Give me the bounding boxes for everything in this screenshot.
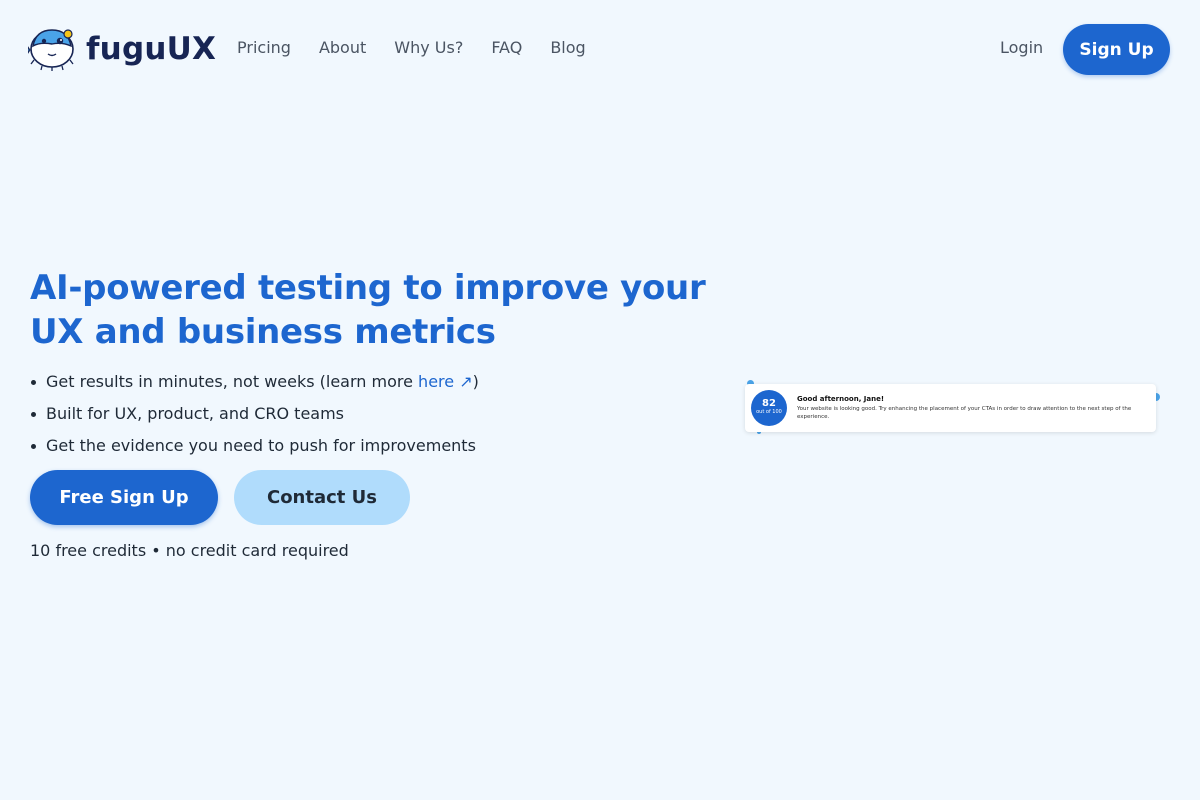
contact-us-button[interactable]: Contact Us [234, 470, 410, 525]
feature-item: Get the evidence you need to push for im… [31, 430, 479, 462]
feature-item: Built for UX, product, and CRO teams [31, 398, 479, 430]
score-subtitle: out of 100 [756, 409, 782, 415]
brand-logo-link[interactable]: fuguUX [27, 22, 217, 76]
feature-text: Get results in minutes, not weeks (learn… [46, 372, 419, 391]
card-greeting: Good afternoon, Jane! [797, 395, 885, 403]
login-link[interactable]: Login [1000, 36, 1043, 60]
feature-item: Get results in minutes, not weeks (learn… [31, 366, 479, 398]
score-value: 82 [762, 398, 776, 409]
learn-more-link[interactable]: here ↗ [418, 372, 473, 391]
score-badge: 82 out of 100 [751, 390, 787, 426]
nav-link-faq[interactable]: FAQ [491, 36, 522, 60]
nav-link-blog[interactable]: Blog [550, 36, 585, 60]
card-message: Your website is looking good. Try enhanc… [797, 406, 1132, 420]
pufferfish-icon [27, 22, 78, 76]
feature-list: Get results in minutes, not weeks (learn… [31, 366, 479, 462]
nav-link-why-us[interactable]: Why Us? [394, 36, 463, 60]
score-preview-card: 82 out of 100 Good afternoon, Jane! Your… [745, 384, 1156, 432]
signup-button[interactable]: Sign Up [1063, 24, 1170, 75]
main-nav: Pricing About Why Us? FAQ Blog [237, 36, 614, 60]
hero-title: AI-powered testing to improve your UX an… [30, 268, 706, 352]
site-header: fuguUX Pricing About Why Us? FAQ Blog Lo… [0, 0, 1200, 98]
free-signup-button[interactable]: Free Sign Up [30, 470, 218, 525]
credits-note: 10 free credits • no credit card require… [30, 541, 349, 560]
brand-name: fuguUX [86, 31, 217, 67]
nav-link-about[interactable]: About [319, 36, 366, 60]
nav-link-pricing[interactable]: Pricing [237, 36, 291, 60]
external-arrow-icon: ↗ [454, 372, 473, 391]
